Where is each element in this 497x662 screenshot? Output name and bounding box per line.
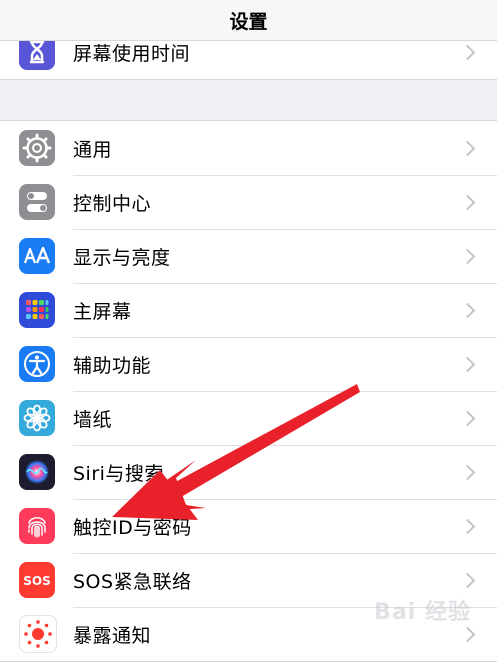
annotation-arrow	[112, 384, 360, 520]
watermark: Bai 经验	[374, 600, 471, 625]
